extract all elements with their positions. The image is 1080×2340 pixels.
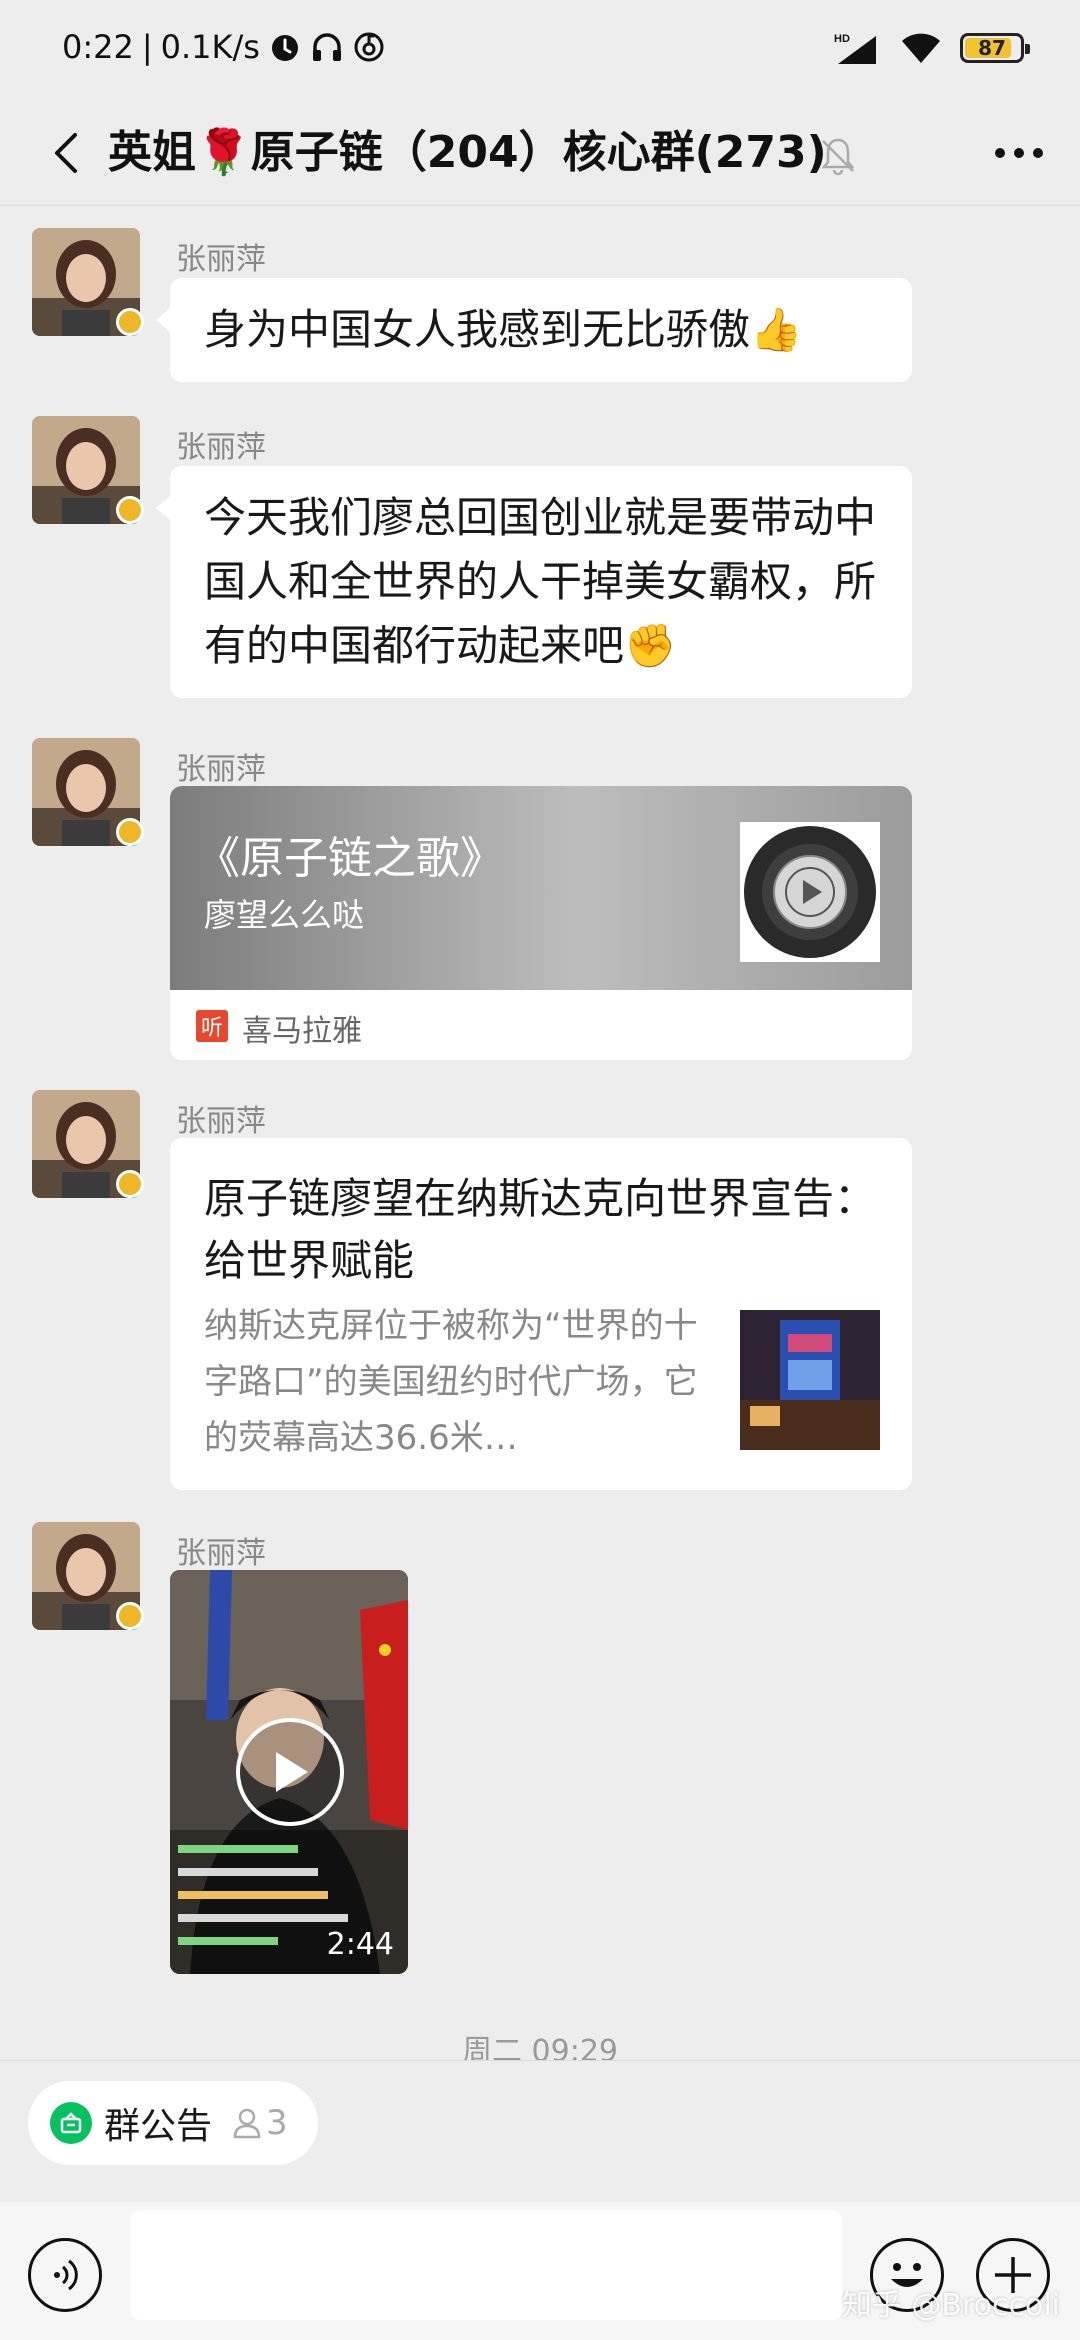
group-notice-button[interactable]: 群公告 3 [28,2081,318,2165]
alarm-icon [271,35,298,61]
sender-name: 张丽萍 [176,242,266,277]
svg-text:HD: HD [834,33,850,45]
battery-indicator: 87 [960,33,1030,63]
avatar-badge [116,1602,144,1630]
video-card[interactable]: 2:44 [170,1570,408,1974]
chevron-left-icon [55,133,77,173]
headphones-icon [312,33,341,61]
sender-name: 张丽萍 [176,752,266,787]
more-dots-icon [995,148,1043,158]
more-options-button[interactable] [984,118,1054,188]
sender-name: 张丽萍 [176,430,266,465]
vinyl-record-icon[interactable] [740,822,880,962]
voice-icon [54,2259,78,2291]
watermark: 知乎 @Broccoli [841,2288,1060,2323]
notice-read-count: 3 [232,2103,288,2143]
status-time: 0:22 [62,28,134,66]
status-right: HD 87 [832,30,1030,66]
message-input[interactable] [130,2210,842,2320]
article-title: 原子链廖望在纳斯达克向世界宣告：给世界赋能 [204,1174,877,1285]
status-left: 0:22 | 0.1K/s [62,28,386,66]
music-title: 《原子链之歌》 [196,833,504,884]
music-card-footer: 听 喜马拉雅 [170,990,912,1060]
message-bubble[interactable]: 身为中国女人我感到无比骄傲👍 [156,278,912,382]
notice-label: 群公告 [104,2106,213,2147]
signal-icon: HD [834,33,876,64]
megaphone-icon [60,2112,82,2134]
status-bar: 0:22 | 0.1K/s HD 87 [0,0,1080,100]
wifi-icon [902,33,940,63]
bell-muted-icon [821,138,855,176]
sender-name: 张丽萍 [176,1536,266,1571]
battery-level: 87 [978,36,1006,60]
music-card-banner: 《原子链之歌》 廖望么么哒 [170,786,912,990]
notice-count-value: 3 [266,2103,288,2143]
article-description: 纳斯达克屏位于被称为“世界的十字路口”的美国纽约时代广场，它的荧幕高达36.6米… [204,1306,698,1458]
status-divider: | [141,28,153,66]
network-speed: 0.1K/s [160,28,260,66]
notice-icon [50,2102,92,2144]
sender-name: 张丽萍 [176,1104,266,1139]
person-icon [233,2108,261,2139]
voice-input-button[interactable] [28,2238,102,2312]
chat-title: 英姐🌹原子链（204）核心群(273) [108,127,827,178]
play-icon [276,1752,308,1792]
back-button[interactable] [32,118,102,188]
music-card[interactable]: 《原子链之歌》 廖望么么哒 听 喜马拉雅 [170,786,912,1060]
netease-music-icon [354,32,384,62]
avatar-badge [116,1170,144,1198]
chat-header: 英姐🌹原子链（204）核心群(273) [0,100,1080,206]
times-square-image [740,1310,880,1450]
avatar-badge [116,496,144,524]
article-thumbnail [740,1310,880,1450]
notice-strip: 群公告 3 [0,2060,1080,2202]
battery-tip [1025,44,1030,54]
video-duration: 2:44 [326,1927,394,1962]
music-source: 喜马拉雅 [242,1014,362,1049]
vinyl-play-graphic [744,826,876,958]
avatar-badge [116,308,144,336]
avatar-badge [116,818,144,846]
ximalaya-logo-icon: 听 [196,1010,228,1042]
music-artist: 廖望么么哒 [204,896,365,934]
message-bubble[interactable]: 今天我们廖总回国创业就是要带动中国人和全世界的人干掉美女霸权，所有的中国都行动起… [156,466,912,698]
article-card[interactable]: 原子链廖望在纳斯达克向世界宣告：给世界赋能 纳斯达克屏位于被称为“世界的十字路口… [170,1138,912,1490]
play-button[interactable] [236,1718,344,1826]
